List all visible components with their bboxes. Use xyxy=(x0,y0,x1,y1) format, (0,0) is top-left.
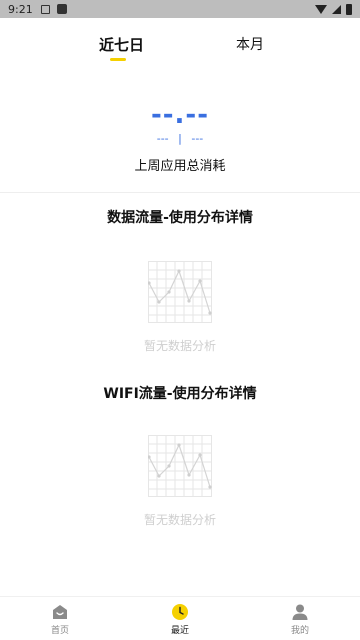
signal-icon xyxy=(332,4,341,14)
status-bar: 9:21 xyxy=(0,0,360,18)
wifi-empty-text: 暂无数据分析 xyxy=(143,513,216,527)
mobile-data-section-title: 数据流量-使用分布详情 xyxy=(107,210,253,226)
clock-icon xyxy=(171,603,189,621)
sub-value-left: --- xyxy=(156,132,169,145)
nav-home-label: 首页 xyxy=(50,626,69,636)
home-icon xyxy=(51,603,69,621)
tab-this-month[interactable]: 本月 xyxy=(236,34,264,54)
summary-label: 上周应用总消耗 xyxy=(134,159,226,174)
person-icon xyxy=(291,603,309,621)
mobile-data-empty-text: 暂无数据分析 xyxy=(143,339,216,353)
status-icons xyxy=(315,3,352,15)
nav-home[interactable]: 首页 xyxy=(30,603,90,636)
wifi-icon xyxy=(315,4,327,14)
empty-chart-icon xyxy=(148,261,212,323)
battery-icon xyxy=(346,3,352,15)
active-tab-indicator xyxy=(110,58,126,61)
total-consumption-value: --.-- xyxy=(150,100,210,130)
sub-values: --- | --- xyxy=(0,132,360,145)
wifi-section-title: WIFI流量-使用分布详情 xyxy=(103,386,257,402)
nav-recent-label: 最近 xyxy=(170,626,189,636)
notification-square-icon xyxy=(56,4,67,14)
bottom-nav: 首页 最近 我的 xyxy=(0,596,360,640)
sub-value-separator: | xyxy=(178,132,182,145)
divider xyxy=(0,192,360,193)
tab-last-seven-days[interactable]: 近七日 xyxy=(99,34,144,55)
nav-recent[interactable]: 最近 xyxy=(150,603,210,636)
nav-mine[interactable]: 我的 xyxy=(270,603,330,636)
status-time: 9:21 xyxy=(8,2,33,16)
notification-a-icon xyxy=(40,4,50,14)
nav-mine-label: 我的 xyxy=(290,626,309,636)
empty-chart-icon xyxy=(148,435,212,497)
sub-value-right: --- xyxy=(191,132,204,145)
period-tabs: 近七日 本月 xyxy=(0,34,360,64)
